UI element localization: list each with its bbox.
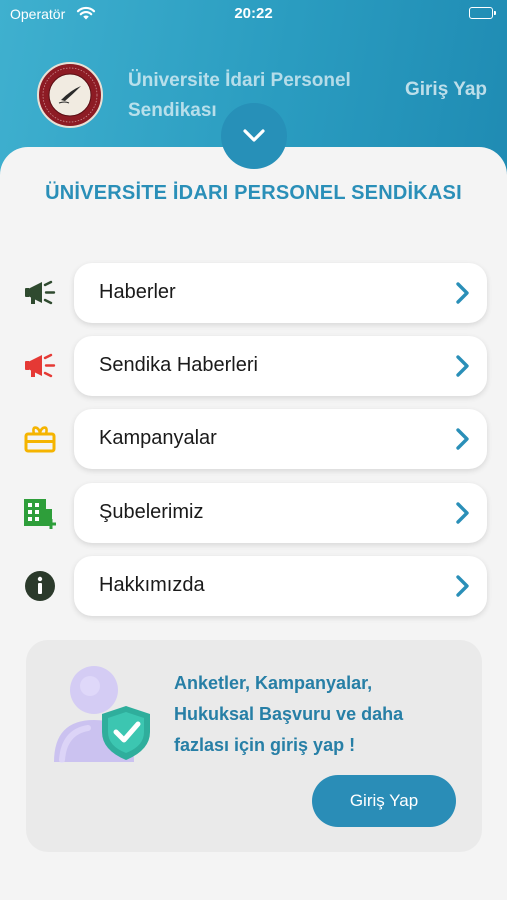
status-time: 20:22 bbox=[234, 5, 273, 22]
gift-card-icon bbox=[22, 423, 58, 455]
chevron-right-icon bbox=[456, 575, 469, 597]
logo-year: 2013 bbox=[64, 109, 75, 115]
menu-item-card[interactable]: Hakkımızda bbox=[74, 556, 487, 616]
menu-item-campaigns[interactable]: Kampanyalar bbox=[0, 409, 507, 469]
union-logo: 2013 bbox=[37, 62, 103, 128]
battery-icon bbox=[469, 7, 496, 19]
branch-building-icon bbox=[22, 497, 58, 529]
megaphone-icon bbox=[22, 350, 58, 382]
menu-item-card[interactable]: Kampanyalar bbox=[74, 409, 487, 469]
chevron-right-icon bbox=[456, 428, 469, 450]
menu-item-label: Şubelerimiz bbox=[99, 501, 204, 523]
megaphone-icon bbox=[22, 277, 58, 309]
menu-item-union-news[interactable]: Sendika Haberleri bbox=[0, 336, 507, 396]
menu-item-card[interactable]: Sendika Haberleri bbox=[74, 336, 487, 396]
chevron-right-icon bbox=[456, 355, 469, 377]
chevron-right-icon bbox=[456, 282, 469, 304]
section-title: ÜNİVERSİTE İDARI PERSONEL SENDİKASI bbox=[45, 182, 462, 204]
header-login-button[interactable]: Giriş Yap bbox=[405, 79, 487, 101]
status-bar: Operatör 20:22 bbox=[0, 0, 507, 30]
menu-item-label: Haberler bbox=[99, 281, 176, 303]
login-promo-card: Anketler, Kampanyalar, Hukuksal Başvuru … bbox=[26, 640, 482, 852]
menu-item-about[interactable]: Hakkımızda bbox=[0, 556, 507, 616]
menu-item-card[interactable]: Şubelerimiz bbox=[74, 483, 487, 543]
menu-item-branches[interactable]: Şubelerimiz bbox=[0, 483, 507, 543]
chevron-right-icon bbox=[456, 502, 469, 524]
secure-user-illustration-icon bbox=[52, 662, 152, 771]
promo-login-button[interactable]: Giriş Yap bbox=[312, 775, 456, 827]
menu-item-card[interactable]: Haberler bbox=[74, 263, 487, 323]
collapse-toggle-button[interactable] bbox=[221, 103, 287, 169]
chevron-down-icon bbox=[243, 129, 265, 142]
menu-item-label: Sendika Haberleri bbox=[99, 354, 258, 376]
menu-item-label: Hakkımızda bbox=[99, 574, 205, 596]
menu-item-label: Kampanyalar bbox=[99, 427, 217, 449]
promo-text: Anketler, Kampanyalar, Hukuksal Başvuru … bbox=[174, 673, 404, 755]
info-icon bbox=[22, 570, 58, 602]
menu-item-news[interactable]: Haberler bbox=[0, 263, 507, 323]
